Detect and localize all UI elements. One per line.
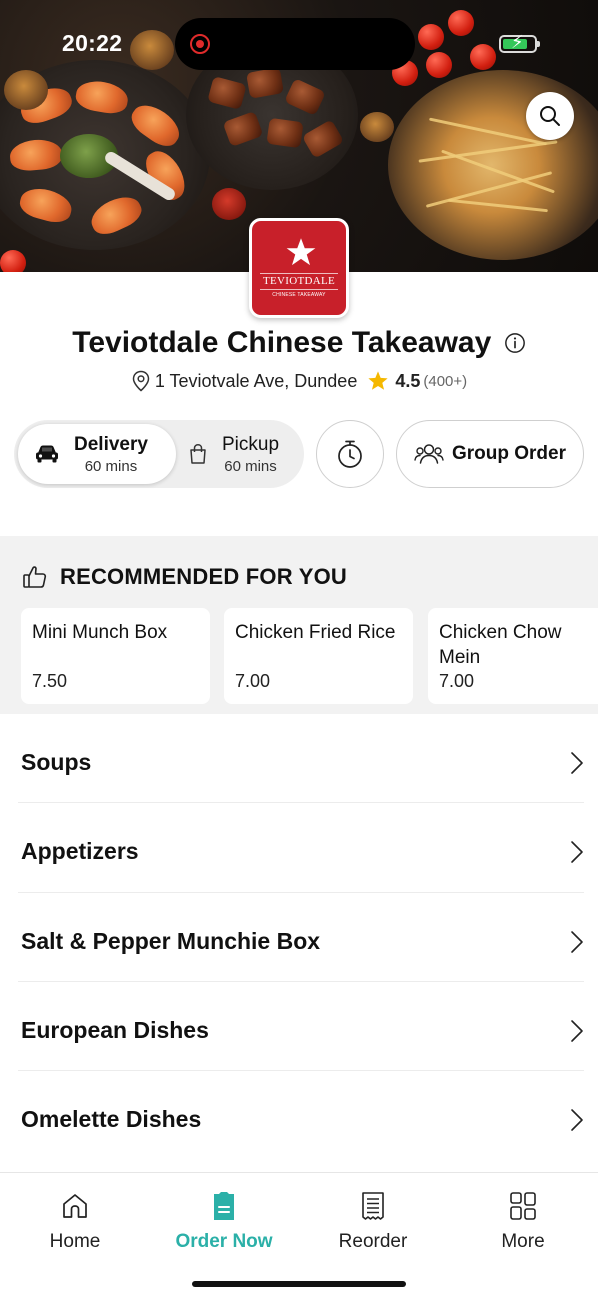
group-order-button[interactable]: Group Order: [396, 420, 584, 488]
delivery-time: 60 mins: [84, 457, 138, 475]
car-icon: [36, 445, 58, 463]
recommended-card[interactable]: Chicken Fried Rice 7.00: [224, 608, 413, 704]
category-row[interactable]: Appetizers: [18, 807, 584, 896]
restaurant-meta-row: 1 Teviotvale Ave, Dundee 4.5 (400+): [0, 370, 598, 392]
chevron-right-icon: [571, 840, 583, 863]
recommended-item-price: 7.00: [235, 671, 271, 691]
dynamic-island: [175, 18, 415, 70]
delivery-option[interactable]: Delivery 60 mins: [18, 424, 176, 484]
category-label: European Dishes: [21, 1017, 209, 1043]
recommended-header: RECOMMENDED FOR YOU: [22, 564, 347, 590]
restaurant-address: 1 Teviotvale Ave, Dundee: [154, 370, 358, 391]
rating-value: 4.5: [395, 370, 421, 391]
category-label: Omelette Dishes: [21, 1106, 202, 1132]
nav-more-label: More: [501, 1231, 545, 1252]
shopping-bag-icon: [190, 444, 206, 464]
chevron-right-icon: [571, 930, 583, 953]
chevron-right-icon: [571, 1108, 583, 1131]
group-users-icon: [414, 444, 444, 464]
info-icon[interactable]: [504, 332, 526, 354]
category-divider: [18, 892, 584, 893]
location-pin-icon: [132, 370, 150, 392]
category-divider: [18, 1070, 584, 1071]
category-label: Appetizers: [21, 838, 139, 864]
home-indicator: [192, 1281, 406, 1287]
star-logo-icon: [286, 238, 316, 266]
logo-subtitle-text: CHINESE TAKEAWAY: [272, 292, 326, 298]
order-mode-toggle: Delivery 60 mins Pickup 60 mins: [14, 420, 304, 488]
pickup-label: Pickup: [222, 433, 280, 455]
chevron-right-icon: [571, 1019, 583, 1042]
battery-icon: ⚡: [499, 33, 540, 53]
search-button[interactable]: [526, 92, 574, 140]
group-order-label: Group Order: [451, 443, 566, 464]
nav-more[interactable]: More: [448, 1191, 598, 1253]
nav-order-now[interactable]: Order Now: [149, 1191, 299, 1253]
recommended-card[interactable]: Chicken Chow Mein 7.00: [428, 608, 598, 704]
recommended-title: RECOMMENDED FOR YOU: [60, 564, 347, 589]
stopwatch-icon: [338, 440, 362, 468]
nav-home[interactable]: Home: [0, 1191, 150, 1253]
star-rating-icon: [368, 371, 388, 390]
restaurant-logo: TEVIOTDALE CHINESE TAKEAWAY: [249, 218, 349, 318]
category-label: Salt & Pepper Munchie Box: [21, 928, 321, 954]
home-icon: [63, 1194, 87, 1218]
delivery-label: Delivery: [74, 433, 148, 455]
screen-record-icon: [190, 34, 210, 54]
recommended-item-price: 7.00: [439, 671, 475, 691]
restaurant-title-row: Teviotdale Chinese Takeaway: [0, 326, 598, 360]
recommended-item-name: Chicken Fried Rice: [235, 622, 396, 643]
order-icon: [214, 1192, 234, 1220]
search-icon: [540, 106, 560, 126]
restaurant-name: Teviotdale Chinese Takeaway: [72, 326, 492, 359]
nav-reorder[interactable]: Reorder: [298, 1191, 448, 1253]
logo-brand-text: TEVIOTDALE: [262, 275, 336, 287]
nav-home-label: Home: [49, 1231, 101, 1252]
grid-icon: [510, 1192, 536, 1220]
status-time: 20:22: [62, 30, 123, 56]
receipt-icon: [362, 1192, 384, 1220]
category-row[interactable]: Salt & Pepper Munchie Box: [18, 897, 584, 986]
chevron-right-icon: [571, 751, 583, 774]
recommended-card[interactable]: Mini Munch Box 7.50: [21, 608, 210, 704]
nav-reorder-label: Reorder: [338, 1231, 408, 1252]
recommended-item-price: 7.50: [32, 671, 68, 691]
thumbs-up-icon: [23, 566, 47, 588]
recommended-item-name: Chicken Chow Mein: [439, 622, 562, 668]
recommended-item-name: Mini Munch Box: [32, 622, 168, 643]
category-divider: [18, 802, 584, 803]
category-divider: [18, 981, 584, 982]
schedule-button[interactable]: [316, 420, 384, 488]
pickup-time: 60 mins: [224, 457, 277, 475]
category-row[interactable]: Soups: [18, 718, 584, 807]
pickup-option[interactable]: Pickup 60 mins: [180, 424, 300, 484]
category-row[interactable]: European Dishes: [18, 986, 584, 1075]
category-row[interactable]: Omelette Dishes: [18, 1075, 584, 1164]
rating-count: (400+): [423, 372, 468, 390]
nav-order-now-label: Order Now: [175, 1231, 273, 1252]
recommended-section: RECOMMENDED FOR YOU Mini Munch Box 7.50 …: [0, 536, 598, 714]
category-label: Soups: [21, 749, 92, 775]
